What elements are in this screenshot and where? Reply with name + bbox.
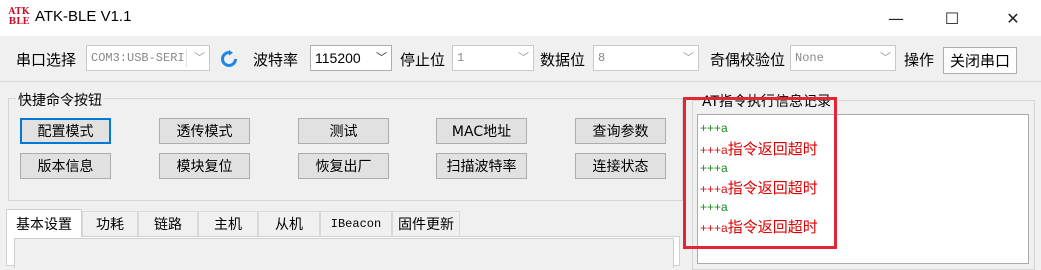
close-port-button[interactable]: 关闭串口	[943, 47, 1017, 74]
scan-baud-button[interactable]: 扫描波特率	[436, 153, 527, 179]
module-reset-button[interactable]: 模块复位	[159, 153, 250, 179]
app-logo-icon: ATK BLE	[8, 7, 30, 29]
databit-select[interactable]: 8 ﹀	[593, 45, 699, 71]
tab-panel-inner	[14, 238, 674, 268]
tab-link[interactable]: 链路	[138, 211, 198, 236]
test-button[interactable]: 测试	[298, 118, 389, 144]
chevron-down-icon: ﹀	[880, 51, 891, 64]
stopbit-select[interactable]: 1 ﹀	[452, 45, 534, 71]
tab-ibeacon[interactable]: IBeacon	[320, 211, 392, 236]
window-title: ATK-BLE V1.1	[35, 8, 132, 25]
tab-basic-settings[interactable]: 基本设置	[6, 209, 82, 237]
chevron-down-icon: ﹀	[194, 51, 205, 64]
maximize-button[interactable]: ☐	[929, 0, 975, 36]
port-select-value: COM3:USB-SERI	[91, 51, 185, 65]
query-params-button[interactable]: 查询参数	[575, 118, 666, 144]
stopbit-label: 停止位	[400, 51, 446, 69]
highlight-annotation-box	[683, 97, 837, 249]
parity-label: 奇偶校验位	[710, 51, 786, 69]
tab-slave[interactable]: 从机	[258, 211, 320, 236]
parity-select-value: None	[795, 51, 824, 65]
connection-status-button[interactable]: 连接状态	[575, 153, 666, 179]
minimize-button[interactable]: —	[873, 0, 919, 36]
close-button[interactable]: ✕	[990, 0, 1036, 36]
port-select[interactable]: COM3:USB-SERI ﹀	[86, 45, 210, 71]
tab-master[interactable]: 主机	[198, 211, 258, 236]
config-mode-button[interactable]: 配置模式	[20, 118, 111, 144]
mac-address-button[interactable]: MAC地址	[436, 118, 527, 144]
app-logo-text-bottom: BLE	[8, 17, 30, 27]
tab-power[interactable]: 功耗	[82, 211, 138, 236]
refresh-icon[interactable]	[218, 48, 240, 70]
port-select-separator	[186, 49, 187, 67]
parity-select[interactable]: None ﹀	[790, 45, 896, 71]
quick-command-title: 快捷命令按钮	[16, 90, 104, 110]
title-bar: ATK BLE ATK-BLE V1.1 — ☐ ✕	[0, 0, 1041, 36]
quick-command-group	[8, 98, 683, 201]
tab-firmware-update[interactable]: 固件更新	[392, 211, 460, 236]
version-info-button[interactable]: 版本信息	[20, 153, 111, 179]
app-logo-text-top: ATK	[8, 7, 30, 17]
baud-select-value: 115200	[315, 50, 361, 66]
chevron-down-icon: ﹀	[376, 51, 387, 64]
baud-label: 波特率	[253, 51, 299, 69]
passthrough-mode-button[interactable]: 透传模式	[159, 118, 250, 144]
databit-select-value: 8	[598, 51, 606, 65]
baud-select[interactable]: 115200 ﹀	[310, 45, 392, 71]
port-label: 串口选择	[16, 51, 77, 69]
databit-label: 数据位	[540, 51, 586, 69]
action-label: 操作	[904, 51, 935, 69]
factory-reset-button[interactable]: 恢复出厂	[298, 153, 389, 179]
chevron-down-icon: ﹀	[518, 51, 529, 64]
chevron-down-icon: ﹀	[683, 51, 694, 64]
stopbit-select-value: 1	[457, 51, 465, 65]
